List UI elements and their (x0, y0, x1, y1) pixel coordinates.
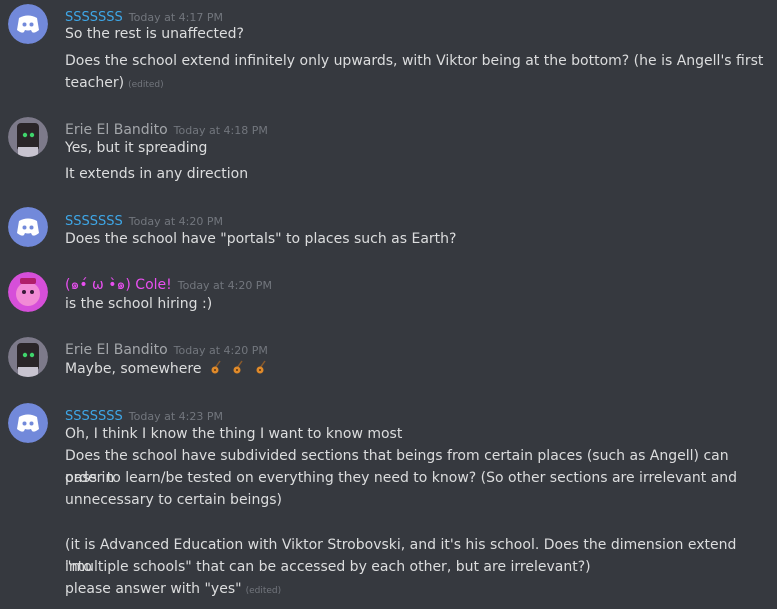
discord-default-avatar-icon[interactable] (8, 403, 48, 443)
edited-label: (edited) (128, 80, 164, 90)
message-text: unnecessary to certain beings) (65, 492, 282, 508)
guitar-emoji-icon[interactable] (232, 359, 246, 375)
message-text: Maybe, somewhere (65, 358, 765, 380)
user-avatar[interactable] (8, 272, 48, 312)
message-text: Does the school have "portals" to places… (65, 231, 457, 247)
guitar-emoji-icon[interactable] (255, 359, 269, 375)
message-timestamp: Today at 4:20 PM (128, 215, 223, 228)
message-text: Does the school extend infinitely only u… (65, 53, 764, 69)
author-name[interactable]: SSSSSSS (65, 214, 123, 229)
message-timestamp: Today at 4:18 PM (173, 124, 268, 137)
message-text: "multiple schools" that can be accessed … (65, 559, 591, 575)
author-name[interactable]: Erie El Bandito (65, 342, 168, 358)
message-text: is the school hiring :) (65, 296, 213, 312)
message-text: Oh, I think I know the thing I want to k… (65, 426, 403, 442)
message-text: teacher) (edited) (65, 75, 164, 91)
message-timestamp: Today at 4:20 PM (173, 344, 268, 357)
message-timestamp: Today at 4:23 PM (128, 410, 223, 423)
message-text: So the rest is unaffected? (65, 26, 244, 42)
guitar-emoji-icon[interactable] (210, 359, 224, 375)
discord-default-avatar-icon[interactable] (8, 207, 48, 247)
user-avatar[interactable] (8, 117, 48, 157)
author-name[interactable]: (๑•́ ω •̀๑) Cole! (65, 277, 172, 293)
edited-label: (edited) (245, 586, 282, 596)
message-text: Yes, but it spreading (65, 140, 208, 156)
author-name[interactable]: SSSSSSS (65, 409, 123, 424)
author-name[interactable]: Erie El Bandito (65, 122, 168, 138)
message-text: It extends in any direction (65, 166, 249, 182)
discord-default-avatar-icon[interactable] (8, 4, 48, 44)
user-avatar[interactable] (8, 337, 48, 377)
message-text: please answer with "yes" (edited) (65, 581, 282, 597)
message-timestamp: Today at 4:20 PM (177, 279, 272, 292)
message-text: order to learn/be tested on everything t… (65, 470, 738, 486)
